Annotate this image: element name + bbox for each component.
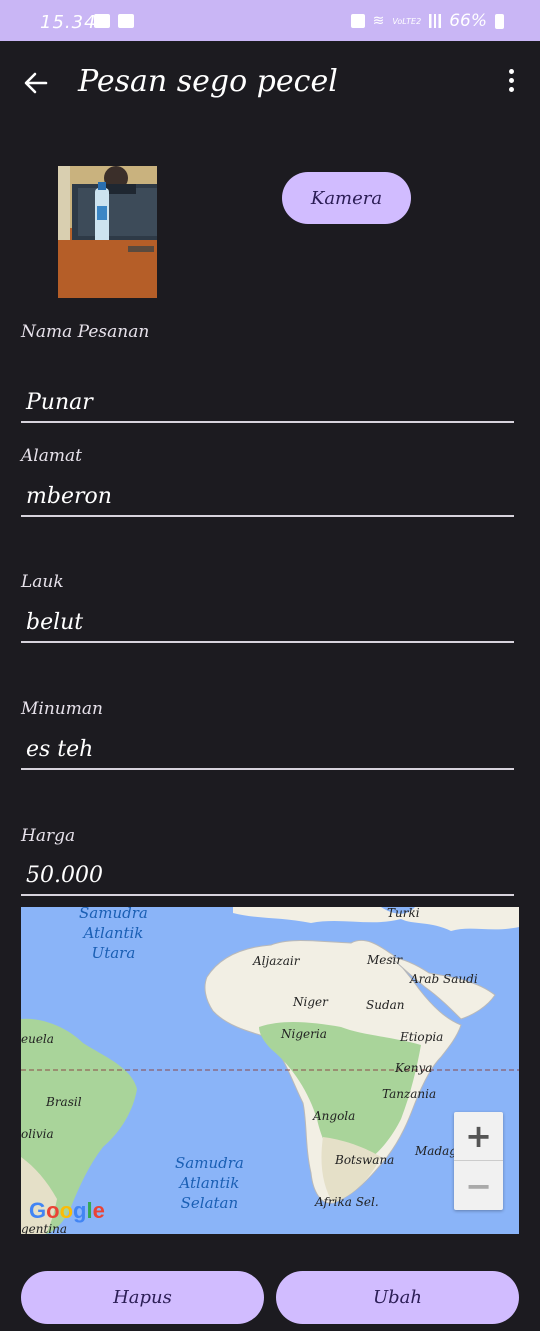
- ocean-label-north: Samudra Atlantik Utara: [79, 907, 148, 963]
- map-label-botswana: Botswana: [335, 1153, 395, 1167]
- zoom-in-button[interactable]: +: [454, 1112, 503, 1161]
- map-zoom-controls: + −: [454, 1112, 503, 1210]
- camera-button[interactable]: Kamera: [282, 172, 411, 224]
- map-label-mesir: Mesir: [367, 953, 403, 967]
- battery-percent: 66%: [449, 11, 487, 31]
- nama-label: Nama Pesanan: [21, 322, 150, 342]
- map-label-etiopia: Etiopia: [400, 1030, 444, 1044]
- status-right: ≋ VoLTE2 66%: [350, 11, 504, 31]
- google-logo: Google: [29, 1198, 105, 1223]
- ocean-north-text: Samudra Atlantik Utara: [79, 907, 148, 962]
- map-label-venezuela: euela: [21, 1032, 54, 1046]
- minuman-field[interactable]: es teh: [21, 726, 514, 770]
- map-label-nigeria: Nigeria: [281, 1027, 327, 1041]
- ubah-button[interactable]: Ubah: [276, 1271, 519, 1324]
- minuman-value: es teh: [26, 737, 94, 762]
- lauk-label: Lauk: [21, 572, 64, 592]
- more-vert-icon[interactable]: [500, 69, 522, 99]
- map-view[interactable]: Samudra Atlantik Utara Samudra Atlantik …: [21, 907, 519, 1234]
- harga-field[interactable]: 50.000: [21, 852, 514, 896]
- map-label-arab-saudi: Arab Saudi: [410, 972, 478, 986]
- nama-field[interactable]: Punar: [21, 379, 514, 423]
- hapus-button[interactable]: Hapus: [21, 1271, 264, 1324]
- map-label-aljazair: Aljazair: [253, 954, 300, 968]
- wifi-icon: ≋: [372, 13, 385, 29]
- nama-value: Punar: [26, 390, 93, 415]
- lauk-value: belut: [26, 610, 84, 635]
- ocean-south-text: Samudra Atlantik Selatan: [175, 1154, 244, 1212]
- map-label-bolivia: olivia: [21, 1127, 54, 1141]
- signal-icon: [429, 14, 442, 28]
- status-time: 15.34: [40, 12, 97, 33]
- map-label-niger: Niger: [293, 995, 328, 1009]
- map-label-angola: Angola: [313, 1109, 356, 1123]
- map-label-sudan: Sudan: [366, 998, 405, 1012]
- check-notification-icon: [118, 14, 134, 28]
- alamat-field[interactable]: mberon: [21, 473, 514, 517]
- page-title: Pesan sego pecel: [78, 64, 338, 99]
- map-label-kenya: Kenya: [395, 1061, 433, 1075]
- battery-icon: [495, 13, 504, 29]
- status-bar: 15.34 ≋ VoLTE2 66%: [0, 0, 540, 41]
- alamat-value: mberon: [26, 484, 112, 509]
- order-photo: [58, 166, 157, 298]
- network-label: VoLTE2: [392, 16, 422, 26]
- minuman-label: Minuman: [21, 699, 103, 719]
- gallery-notification-icon: [94, 14, 110, 28]
- alamat-label: Alamat: [21, 446, 82, 466]
- lauk-field[interactable]: belut: [21, 599, 514, 643]
- harga-value: 50.000: [26, 863, 103, 888]
- ocean-label-south: Samudra Atlantik Selatan: [175, 1153, 244, 1213]
- zoom-out-button[interactable]: −: [454, 1161, 503, 1210]
- harga-label: Harga: [21, 826, 76, 846]
- map-label-afrika-sel: Afrika Sel.: [315, 1195, 379, 1209]
- arrow-left-icon[interactable]: [20, 67, 52, 99]
- map-label-brasil: Brasil: [46, 1095, 82, 1109]
- map-label-turki: Turki: [387, 907, 420, 920]
- alarm-icon: [350, 14, 365, 28]
- app-bar: Pesan sego pecel: [0, 41, 540, 127]
- map-label-tanzania: Tanzania: [382, 1087, 437, 1101]
